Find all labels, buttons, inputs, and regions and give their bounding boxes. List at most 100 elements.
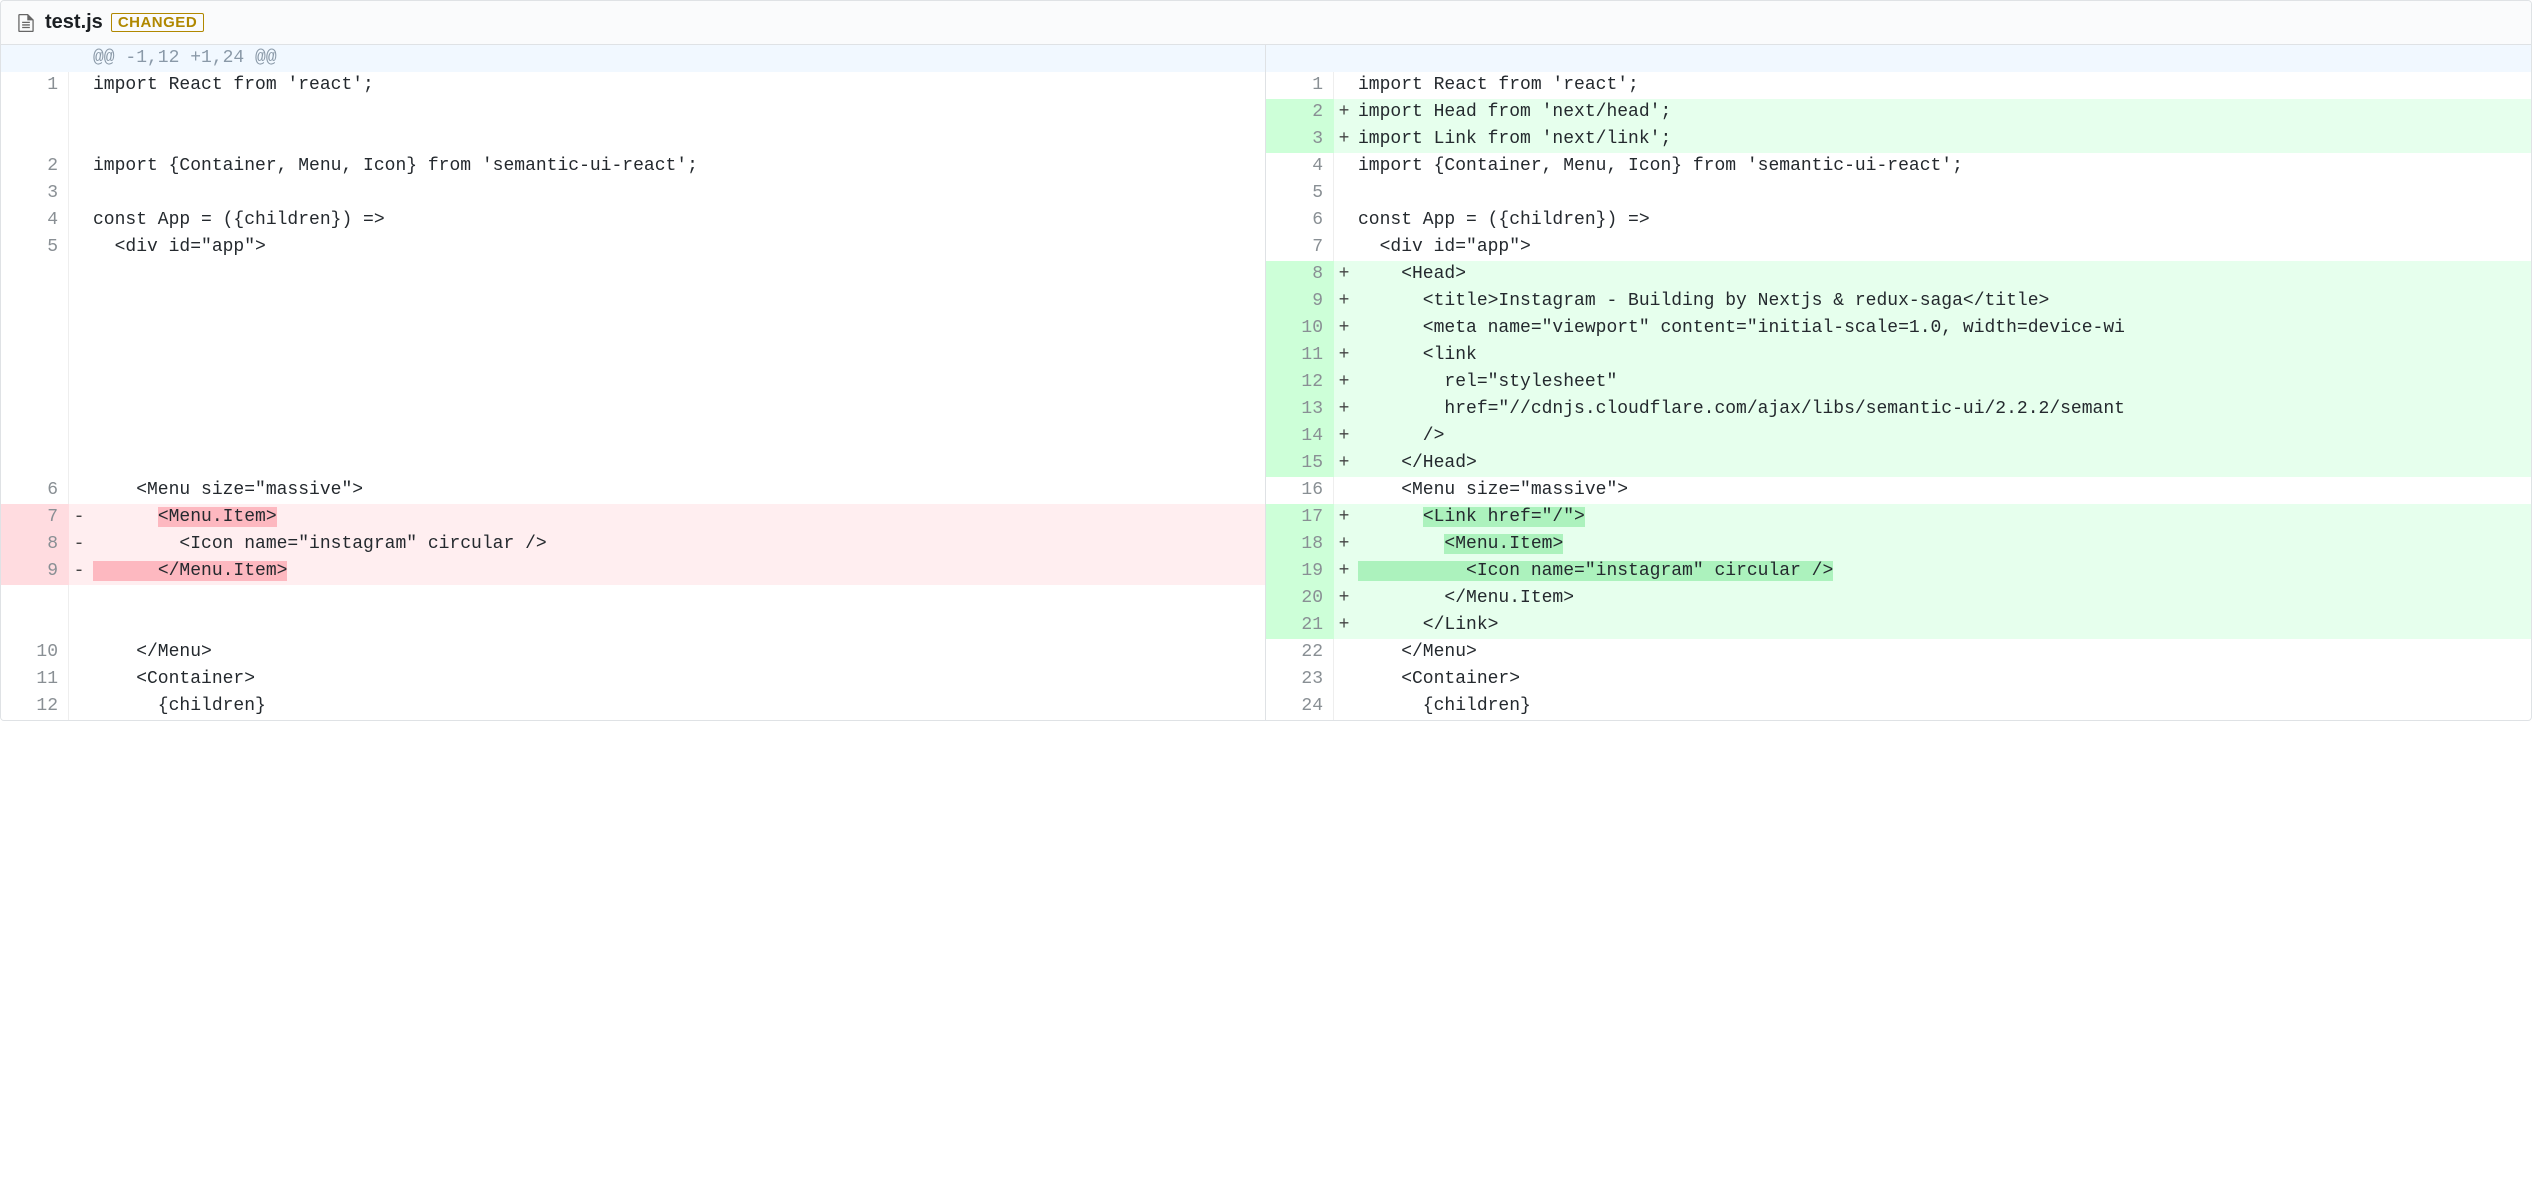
line-number: 4 [1,207,69,234]
diff-line-left[interactable]: 6 <Menu size="massive"> [1,477,1265,504]
diff-pane-right: 1 import React from 'react';2+import Hea… [1266,45,2531,720]
diff-marker [69,639,89,666]
code-content [89,585,1265,612]
diff-marker [69,288,89,315]
diff-file: test.js CHANGED @@ -1,12 +1,24 @@1 impor… [0,0,2532,721]
line-number: 5 [1,234,69,261]
line-number [1,423,69,450]
diff-line-left[interactable]: 8- <Icon name="instagram" circular /> [1,531,1265,558]
diff-line-right[interactable] [1266,45,2531,72]
code-content [89,288,1265,315]
code-content [89,99,1265,126]
diff-line-right[interactable]: 10+ <meta name="viewport" content="initi… [1266,315,2531,342]
diff-line-left[interactable] [1,423,1265,450]
diff-line-left[interactable]: 3 [1,180,1265,207]
file-name[interactable]: test.js [45,11,103,34]
diff-line-left[interactable] [1,261,1265,288]
code-content [89,126,1265,153]
diff-line-left[interactable] [1,342,1265,369]
line-number: 11 [1266,342,1334,369]
line-number: 16 [1266,477,1334,504]
diff-line-right[interactable]: 6 const App = ({children}) => [1266,207,2531,234]
code-content: </Menu.Item> [1354,585,2531,612]
diff-line-right[interactable]: 21+ </Link> [1266,612,2531,639]
diff-line-left[interactable]: 5 <div id="app"> [1,234,1265,261]
diff-marker: + [1334,342,1354,369]
diff-line-right[interactable]: 17+ <Link href="/"> [1266,504,2531,531]
line-number: 17 [1266,504,1334,531]
diff-line-right[interactable]: 9+ <title>Instagram - Building by Nextjs… [1266,288,2531,315]
diff-line-right[interactable]: 12+ rel="stylesheet" [1266,369,2531,396]
code-content [89,423,1265,450]
diff-line-left[interactable] [1,99,1265,126]
diff-marker [1334,153,1354,180]
code-content: <Menu.Item> [89,504,1265,531]
diff-marker: + [1334,315,1354,342]
diff-marker [69,72,89,99]
diff-line-right[interactable]: 7 <div id="app"> [1266,234,2531,261]
diff-line-right[interactable]: 2+import Head from 'next/head'; [1266,99,2531,126]
diff-line-left[interactable]: 9- </Menu.Item> [1,558,1265,585]
diff-line-left[interactable] [1,288,1265,315]
diff-line-right[interactable]: 19+ <Icon name="instagram" circular /> [1266,558,2531,585]
diff-line-right[interactable]: 3+import Link from 'next/link'; [1266,126,2531,153]
diff-line-left[interactable] [1,126,1265,153]
line-number [1266,45,1334,72]
code-content: <title>Instagram - Building by Nextjs & … [1354,288,2531,315]
line-number: 14 [1266,423,1334,450]
diff-line-right[interactable]: 18+ <Menu.Item> [1266,531,2531,558]
diff-line-right[interactable]: 5 [1266,180,2531,207]
diff-line-left[interactable]: 10 </Menu> [1,639,1265,666]
diff-line-left[interactable]: 12 {children} [1,693,1265,720]
code-content [89,396,1265,423]
diff-line-left[interactable]: 11 <Container> [1,666,1265,693]
diff-marker [69,477,89,504]
diff-line-right[interactable]: 24 {children} [1266,693,2531,720]
code-content: import React from 'react'; [1354,72,2531,99]
diff-line-right[interactable]: 13+ href="//cdnjs.cloudflare.com/ajax/li… [1266,396,2531,423]
diff-line-right[interactable]: 22 </Menu> [1266,639,2531,666]
diff-marker [1334,234,1354,261]
diff-line-right[interactable]: 1 import React from 'react'; [1266,72,2531,99]
code-content: href="//cdnjs.cloudflare.com/ajax/libs/s… [1354,396,2531,423]
diff-marker: + [1334,423,1354,450]
diff-line-left[interactable]: 2 import {Container, Menu, Icon} from 's… [1,153,1265,180]
file-status-badge: CHANGED [111,13,204,32]
diff-line-right[interactable]: 23 <Container> [1266,666,2531,693]
code-content: rel="stylesheet" [1354,369,2531,396]
line-number [1,99,69,126]
diff-marker [69,234,89,261]
diff-line-right[interactable]: 20+ </Menu.Item> [1266,585,2531,612]
code-content: @@ -1,12 +1,24 @@ [89,45,1265,72]
diff-line-left[interactable] [1,396,1265,423]
diff-line-right[interactable]: 16 <Menu size="massive"> [1266,477,2531,504]
diff-line-left[interactable] [1,315,1265,342]
diff-line-right[interactable]: 8+ <Head> [1266,261,2531,288]
line-number: 3 [1,180,69,207]
code-content: <Menu.Item> [1354,531,2531,558]
code-content [89,369,1265,396]
diff-line-right[interactable]: 4 import {Container, Menu, Icon} from 's… [1266,153,2531,180]
diff-marker [69,693,89,720]
diff-line-right[interactable]: 14+ /> [1266,423,2531,450]
line-number: 9 [1266,288,1334,315]
diff-line-left[interactable]: @@ -1,12 +1,24 @@ [1,45,1265,72]
diff-line-left[interactable] [1,369,1265,396]
diff-line-right[interactable]: 11+ <link [1266,342,2531,369]
diff-line-left[interactable] [1,585,1265,612]
diff-marker [69,45,89,72]
diff-line-right[interactable]: 15+ </Head> [1266,450,2531,477]
diff-line-left[interactable]: 7- <Menu.Item> [1,504,1265,531]
diff-line-left[interactable]: 1 import React from 'react'; [1,72,1265,99]
line-number: 4 [1266,153,1334,180]
diff-marker: + [1334,585,1354,612]
diff-line-left[interactable]: 4 const App = ({children}) => [1,207,1265,234]
line-number: 22 [1266,639,1334,666]
diff-marker [69,99,89,126]
diff-line-left[interactable] [1,612,1265,639]
code-content: </Menu> [89,639,1265,666]
code-content: </Head> [1354,450,2531,477]
code-content: <Link href="/"> [1354,504,2531,531]
diff-line-left[interactable] [1,450,1265,477]
diff-marker: - [69,558,89,585]
